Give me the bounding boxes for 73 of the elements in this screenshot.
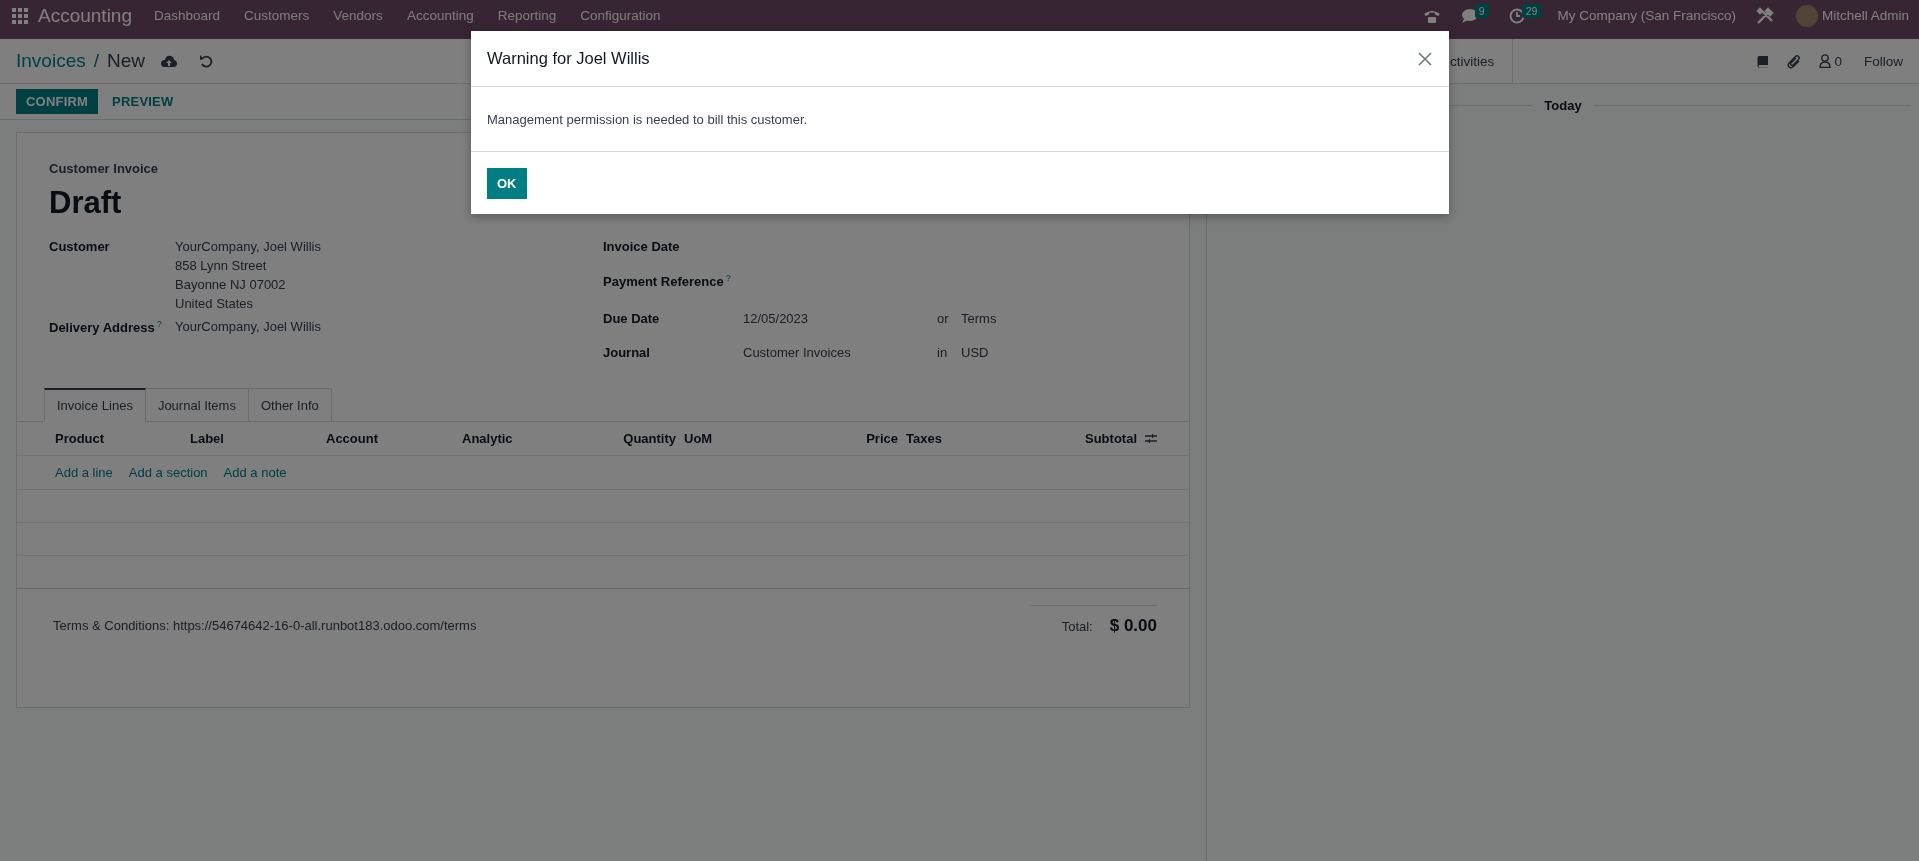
person-icon[interactable] bbox=[1819, 54, 1832, 68]
menu-item[interactable]: Dashboard bbox=[154, 8, 221, 23]
total-amount: $ 0.00 bbox=[1109, 616, 1157, 636]
column-header[interactable]: Account bbox=[326, 431, 462, 446]
field-label: Customer bbox=[49, 239, 111, 256]
field-value[interactable]: 858 Lynn Street bbox=[175, 258, 321, 273]
add-link[interactable]: Add a note bbox=[223, 465, 287, 480]
column-header[interactable]: Price bbox=[834, 431, 906, 446]
connector-text: in bbox=[937, 345, 949, 362]
user-menu[interactable]: Mitchell Admin bbox=[1821, 8, 1909, 23]
record-title: Draft bbox=[49, 185, 122, 221]
column-header[interactable]: Analytic bbox=[462, 431, 612, 446]
help-icon[interactable]: ? bbox=[156, 319, 162, 329]
breadcrumb-current: New bbox=[107, 50, 145, 72]
breadcrumb-link[interactable]: Invoices bbox=[16, 50, 86, 72]
add-link[interactable]: Add a section bbox=[128, 465, 208, 480]
close-icon[interactable] bbox=[1417, 50, 1433, 67]
field-value[interactable]: Bayonne NJ 07002 bbox=[175, 277, 321, 292]
book-icon[interactable] bbox=[1757, 54, 1770, 68]
dialog-message: Management permission is needed to bill this customer. bbox=[471, 87, 1449, 152]
column-header[interactable]: Subtotal bbox=[1068, 431, 1145, 446]
menu-item[interactable]: Vendors bbox=[333, 8, 383, 23]
column-settings-icon[interactable] bbox=[1145, 433, 1157, 444]
field-value[interactable]: YourCompany, Joel Willis bbox=[175, 319, 321, 334]
column-header[interactable]: Taxes bbox=[906, 431, 1068, 446]
field-value[interactable]: YourCompany, Joel Willis bbox=[175, 239, 321, 254]
field-value[interactable]: 12/05/2023 bbox=[743, 311, 937, 331]
message-count-badge: 9 bbox=[1474, 3, 1489, 18]
clock-icon[interactable] bbox=[1508, 7, 1525, 24]
tools-icon[interactable] bbox=[1755, 6, 1774, 25]
total-label: Total: bbox=[1061, 618, 1093, 634]
field-value[interactable]: United States bbox=[175, 296, 321, 311]
activities-button[interactable]: ctivities bbox=[1450, 39, 1514, 83]
menu-item[interactable]: Reporting bbox=[497, 8, 557, 23]
action-button[interactable]: PREVIEW bbox=[102, 89, 184, 114]
menu-item[interactable]: Accounting bbox=[406, 8, 474, 23]
terms-text: Terms & Conditions: https://54674642-16-0-all.runbot183.odoo.com/terms bbox=[53, 617, 478, 635]
follower-count[interactable]: 0 bbox=[1834, 53, 1842, 69]
field-label: Due Date bbox=[603, 311, 661, 328]
tab[interactable]: Journal Items bbox=[145, 388, 249, 422]
undo-icon[interactable] bbox=[199, 54, 213, 68]
field-label: Invoice Date bbox=[603, 239, 681, 256]
menu-item[interactable]: Customers bbox=[244, 8, 310, 23]
field-value[interactable]: Terms bbox=[961, 311, 997, 331]
date-separator: Today bbox=[1544, 98, 1582, 113]
column-header[interactable]: Quantity bbox=[612, 431, 684, 446]
activity-count-badge: 29 bbox=[1521, 3, 1542, 18]
connector-text: or bbox=[937, 311, 950, 328]
follow-button[interactable]: Follow bbox=[1864, 53, 1903, 69]
app-name[interactable]: Accounting bbox=[38, 4, 132, 27]
document-type-label: Customer Invoice bbox=[49, 161, 159, 176]
tab[interactable]: Other Info bbox=[248, 388, 332, 422]
help-icon[interactable]: ? bbox=[725, 273, 731, 283]
tab[interactable]: Invoice Lines bbox=[44, 388, 146, 422]
dialog-title: Warning for Joel Willis bbox=[487, 49, 650, 68]
column-header[interactable]: Product bbox=[55, 431, 190, 446]
add-link[interactable]: Add a line bbox=[55, 465, 113, 480]
ok-button[interactable]: OK bbox=[487, 167, 527, 199]
cloud-upload-icon[interactable] bbox=[161, 54, 177, 68]
field-value[interactable]: USD bbox=[961, 345, 989, 365]
field-label: Payment Reference bbox=[603, 274, 724, 290]
column-header[interactable]: UoM bbox=[684, 431, 834, 446]
paperclip-icon[interactable] bbox=[1787, 53, 1802, 69]
action-button[interactable]: CONFIRM bbox=[16, 89, 99, 114]
field-value[interactable]: Customer Invoices bbox=[743, 345, 937, 365]
field-label: Delivery Address bbox=[49, 320, 155, 336]
company-switcher[interactable]: My Company (San Francisco) bbox=[1557, 8, 1736, 23]
breadcrumb-separator: / bbox=[93, 50, 99, 72]
chat-icon[interactable] bbox=[1460, 8, 1478, 23]
apps-menu-icon[interactable] bbox=[12, 7, 28, 24]
column-header[interactable]: Label bbox=[190, 431, 326, 446]
field-label: Journal bbox=[603, 345, 651, 362]
menu-item[interactable]: Configuration bbox=[580, 8, 661, 23]
